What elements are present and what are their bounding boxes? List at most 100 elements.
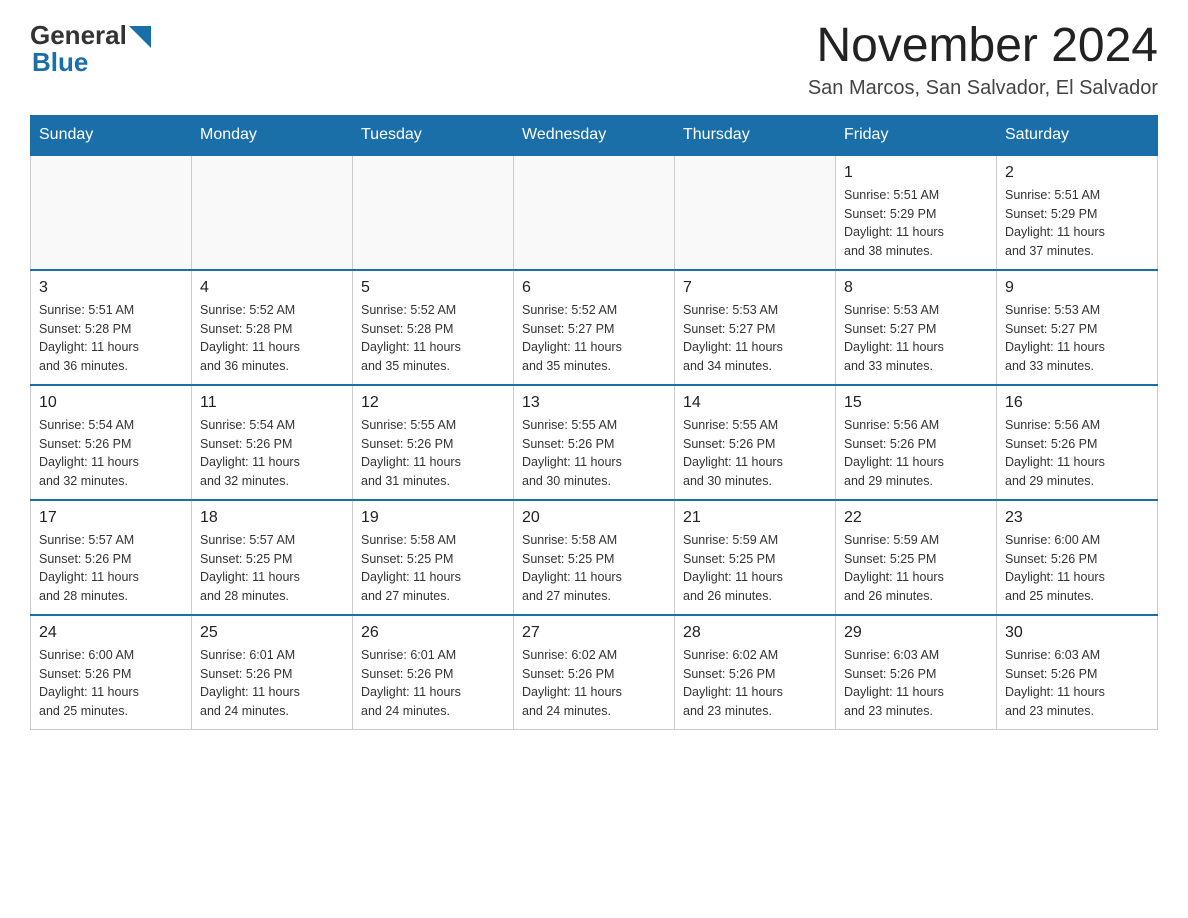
table-row: 2 Sunrise: 5:51 AMSunset: 5:29 PMDaylight…: [997, 155, 1158, 270]
day-info: Sunrise: 5:51 AMSunset: 5:29 PMDaylight:…: [844, 186, 988, 261]
logo-triangle-icon: [129, 26, 151, 48]
table-row: 4 Sunrise: 5:52 AMSunset: 5:28 PMDaylight…: [192, 270, 353, 385]
day-number: 22: [844, 509, 988, 527]
col-sunday: Sunday: [31, 115, 192, 155]
table-row: 26Sunrise: 6:01 AMSunset: 5:26 PMDayligh…: [353, 615, 514, 730]
day-info: Sunrise: 6:00 AMSunset: 5:26 PMDaylight:…: [1005, 531, 1149, 606]
table-row: [31, 155, 192, 270]
day-info: Sunrise: 5:52 AMSunset: 5:28 PMDaylight:…: [200, 301, 344, 376]
day-number: 21: [683, 509, 827, 527]
table-row: 29Sunrise: 6:03 AMSunset: 5:26 PMDayligh…: [836, 615, 997, 730]
day-number: 13: [522, 394, 666, 412]
table-row: 27Sunrise: 6:02 AMSunset: 5:26 PMDayligh…: [514, 615, 675, 730]
table-row: [192, 155, 353, 270]
day-number: 2: [1005, 164, 1149, 182]
calendar-week-row: 17Sunrise: 5:57 AMSunset: 5:26 PMDayligh…: [31, 500, 1158, 615]
table-row: 30 Sunrise: 6:03 AMSunset: 5:26 PMDayligh…: [997, 615, 1158, 730]
calendar-location: San Marcos, San Salvador, El Salvador: [808, 77, 1158, 100]
calendar-week-row: 10Sunrise: 5:54 AMSunset: 5:26 PMDayligh…: [31, 385, 1158, 500]
table-row: 10Sunrise: 5:54 AMSunset: 5:26 PMDayligh…: [31, 385, 192, 500]
table-row: 28 Sunrise: 6:02 AMSunset: 5:26 PMDayligh…: [675, 615, 836, 730]
table-row: [514, 155, 675, 270]
day-number: 29: [844, 624, 988, 642]
logo: General Blue: [30, 20, 151, 78]
table-row: 15Sunrise: 5:56 AMSunset: 5:26 PMDayligh…: [836, 385, 997, 500]
day-number: 20: [522, 509, 666, 527]
day-number: 12: [361, 394, 505, 412]
table-row: 1 Sunrise: 5:51 AMSunset: 5:29 PMDaylight…: [836, 155, 997, 270]
day-info: Sunrise: 6:03 AMSunset: 5:26 PMDaylight:…: [1005, 646, 1149, 721]
day-number: 30: [1005, 624, 1149, 642]
calendar-table: Sunday Monday Tuesday Wednesday Thursday…: [30, 115, 1158, 730]
title-block: November 2024 San Marcos, San Salvador, …: [808, 20, 1158, 100]
day-info: Sunrise: 5:53 AMSunset: 5:27 PMDaylight:…: [844, 301, 988, 376]
day-number: 9: [1005, 279, 1149, 297]
day-number: 3: [39, 279, 183, 297]
calendar-title: November 2024: [808, 20, 1158, 73]
day-number: 16: [1005, 394, 1149, 412]
day-number: 8: [844, 279, 988, 297]
day-number: 14: [683, 394, 827, 412]
table-row: 11 Sunrise: 5:54 AMSunset: 5:26 PMDayligh…: [192, 385, 353, 500]
day-info: Sunrise: 5:58 AMSunset: 5:25 PMDaylight:…: [522, 531, 666, 606]
table-row: 14 Sunrise: 5:55 AMSunset: 5:26 PMDayligh…: [675, 385, 836, 500]
table-row: 16 Sunrise: 5:56 AMSunset: 5:26 PMDayligh…: [997, 385, 1158, 500]
table-row: 25 Sunrise: 6:01 AMSunset: 5:26 PMDayligh…: [192, 615, 353, 730]
table-row: [675, 155, 836, 270]
table-row: 19 Sunrise: 5:58 AMSunset: 5:25 PMDayligh…: [353, 500, 514, 615]
day-info: Sunrise: 5:58 AMSunset: 5:25 PMDaylight:…: [361, 531, 505, 606]
day-info: Sunrise: 5:55 AMSunset: 5:26 PMDaylight:…: [361, 416, 505, 491]
day-number: 25: [200, 624, 344, 642]
page-header: General Blue November 2024 San Marcos, S…: [30, 20, 1158, 100]
day-number: 28: [683, 624, 827, 642]
day-number: 19: [361, 509, 505, 527]
table-row: 7 Sunrise: 5:53 AMSunset: 5:27 PMDaylight…: [675, 270, 836, 385]
table-row: 17Sunrise: 5:57 AMSunset: 5:26 PMDayligh…: [31, 500, 192, 615]
day-number: 27: [522, 624, 666, 642]
table-row: 21Sunrise: 5:59 AMSunset: 5:25 PMDayligh…: [675, 500, 836, 615]
col-friday: Friday: [836, 115, 997, 155]
table-row: 5 Sunrise: 5:52 AMSunset: 5:28 PMDaylight…: [353, 270, 514, 385]
table-row: 9 Sunrise: 5:53 AMSunset: 5:27 PMDaylight…: [997, 270, 1158, 385]
day-number: 1: [844, 164, 988, 182]
table-row: 20 Sunrise: 5:58 AMSunset: 5:25 PMDayligh…: [514, 500, 675, 615]
day-info: Sunrise: 5:55 AMSunset: 5:26 PMDaylight:…: [683, 416, 827, 491]
day-info: Sunrise: 5:57 AMSunset: 5:25 PMDaylight:…: [200, 531, 344, 606]
table-row: 18Sunrise: 5:57 AMSunset: 5:25 PMDayligh…: [192, 500, 353, 615]
day-info: Sunrise: 5:55 AMSunset: 5:26 PMDaylight:…: [522, 416, 666, 491]
day-info: Sunrise: 5:52 AMSunset: 5:28 PMDaylight:…: [361, 301, 505, 376]
calendar-week-row: 1 Sunrise: 5:51 AMSunset: 5:29 PMDaylight…: [31, 155, 1158, 270]
day-info: Sunrise: 5:52 AMSunset: 5:27 PMDaylight:…: [522, 301, 666, 376]
logo-blue-text: Blue: [32, 47, 88, 78]
col-monday: Monday: [192, 115, 353, 155]
day-info: Sunrise: 5:51 AMSunset: 5:28 PMDaylight:…: [39, 301, 183, 376]
day-info: Sunrise: 5:51 AMSunset: 5:29 PMDaylight:…: [1005, 186, 1149, 261]
day-info: Sunrise: 5:53 AMSunset: 5:27 PMDaylight:…: [1005, 301, 1149, 376]
day-info: Sunrise: 5:56 AMSunset: 5:26 PMDaylight:…: [1005, 416, 1149, 491]
day-info: Sunrise: 5:54 AMSunset: 5:26 PMDaylight:…: [200, 416, 344, 491]
day-number: 11: [200, 394, 344, 412]
day-info: Sunrise: 5:57 AMSunset: 5:26 PMDaylight:…: [39, 531, 183, 606]
table-row: 24Sunrise: 6:00 AMSunset: 5:26 PMDayligh…: [31, 615, 192, 730]
day-info: Sunrise: 5:59 AMSunset: 5:25 PMDaylight:…: [844, 531, 988, 606]
table-row: 13 Sunrise: 5:55 AMSunset: 5:26 PMDayligh…: [514, 385, 675, 500]
table-row: [353, 155, 514, 270]
day-number: 5: [361, 279, 505, 297]
day-info: Sunrise: 5:54 AMSunset: 5:26 PMDaylight:…: [39, 416, 183, 491]
day-number: 7: [683, 279, 827, 297]
day-number: 23: [1005, 509, 1149, 527]
day-info: Sunrise: 6:01 AMSunset: 5:26 PMDaylight:…: [200, 646, 344, 721]
calendar-week-row: 24Sunrise: 6:00 AMSunset: 5:26 PMDayligh…: [31, 615, 1158, 730]
table-row: 3 Sunrise: 5:51 AMSunset: 5:28 PMDaylight…: [31, 270, 192, 385]
day-info: Sunrise: 5:53 AMSunset: 5:27 PMDaylight:…: [683, 301, 827, 376]
day-number: 6: [522, 279, 666, 297]
table-row: 22 Sunrise: 5:59 AMSunset: 5:25 PMDayligh…: [836, 500, 997, 615]
table-row: 8 Sunrise: 5:53 AMSunset: 5:27 PMDaylight…: [836, 270, 997, 385]
calendar-header-row: Sunday Monday Tuesday Wednesday Thursday…: [31, 115, 1158, 155]
day-number: 4: [200, 279, 344, 297]
table-row: 12 Sunrise: 5:55 AMSunset: 5:26 PMDayligh…: [353, 385, 514, 500]
col-tuesday: Tuesday: [353, 115, 514, 155]
calendar-week-row: 3 Sunrise: 5:51 AMSunset: 5:28 PMDaylight…: [31, 270, 1158, 385]
table-row: 6 Sunrise: 5:52 AMSunset: 5:27 PMDaylight…: [514, 270, 675, 385]
day-info: Sunrise: 6:02 AMSunset: 5:26 PMDaylight:…: [683, 646, 827, 721]
